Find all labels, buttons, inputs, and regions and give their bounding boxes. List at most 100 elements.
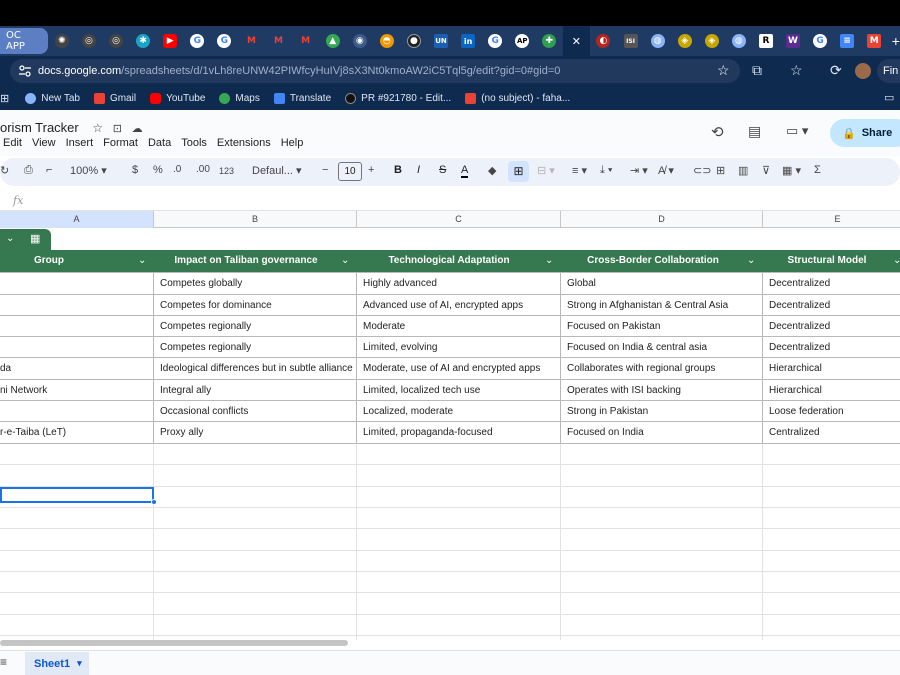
text-wrap-icon[interactable]: ⇥ ▾ <box>630 164 648 177</box>
browser-tab[interactable]: ✚ <box>536 26 563 56</box>
bookmark-pr[interactable]: PR #921780 - Edit... <box>345 92 451 104</box>
version-history-icon[interactable]: ⟲ <box>711 123 724 141</box>
browser-tab[interactable]: M <box>292 26 319 56</box>
browser-tab[interactable]: UN <box>427 26 454 56</box>
table-cell[interactable] <box>0 295 153 316</box>
browser-tab[interactable]: M <box>861 26 888 56</box>
browser-tab[interactable]: ◍ <box>725 26 752 56</box>
table-icon[interactable]: ▦ <box>30 232 40 245</box>
table-cell[interactable]: Competes for dominance <box>154 295 356 316</box>
browser-tab[interactable]: ISI <box>617 26 644 56</box>
browser-tab[interactable]: G <box>211 26 238 56</box>
horizontal-scrollbar[interactable] <box>0 640 348 646</box>
selected-cell[interactable] <box>0 487 154 503</box>
menu-view[interactable]: View <box>32 137 56 149</box>
comment-icon[interactable]: ⊞ <box>716 164 725 177</box>
font-size-field[interactable]: 10 <box>338 162 362 181</box>
menu-insert[interactable]: Insert <box>66 137 94 149</box>
browser-tab[interactable]: ≡ <box>834 26 861 56</box>
browser-tab[interactable]: ▶ <box>157 26 184 56</box>
table-cell[interactable]: Focused on Pakistan <box>561 316 762 337</box>
bookmark-star-icon[interactable]: ☆ <box>790 62 803 79</box>
browser-tab[interactable]: ▲ <box>319 26 346 56</box>
browser-tab[interactable]: ◐ <box>590 26 617 56</box>
table-cell[interactable]: Loose federation <box>763 401 900 422</box>
column-header-e[interactable]: E <box>763 211 900 228</box>
fill-color-icon[interactable]: ◆ <box>488 164 496 177</box>
table-cell[interactable]: Focused on India & central asia <box>561 337 762 358</box>
table-cell[interactable]: Global <box>561 273 762 294</box>
table-cell[interactable]: Centralized <box>763 422 900 443</box>
table-cell[interactable]: Decentralized <box>763 295 900 316</box>
table-cell[interactable]: Decentralized <box>763 337 900 358</box>
extensions-icon[interactable]: ⧉ <box>752 62 762 79</box>
borders-button[interactable]: ⊞ <box>508 161 529 182</box>
browser-tab[interactable]: ✺ <box>48 26 75 56</box>
chevron-down-icon[interactable]: ⌄ <box>747 250 755 272</box>
table-cell[interactable]: Highly advanced <box>357 273 560 294</box>
text-color-button[interactable]: A <box>461 164 469 178</box>
formula-bar[interactable]: fx <box>0 191 900 211</box>
url-field[interactable]: docs.google.com/spreadsheets/d/1vLh8reUN… <box>10 59 740 83</box>
fill-handle[interactable] <box>151 499 157 505</box>
browser-tab[interactable]: M <box>265 26 292 56</box>
functions-button[interactable]: Σ <box>814 164 821 176</box>
browser-tab[interactable]: ● <box>400 26 427 56</box>
active-browser-tab[interactable]: ✕ <box>562 26 590 56</box>
table-view-icon[interactable]: ▦ ▾ <box>782 164 801 177</box>
table-cell[interactable]: ni Network <box>0 380 153 401</box>
browser-tab[interactable]: R <box>752 26 779 56</box>
table-cell[interactable]: Strong in Pakistan <box>561 401 762 422</box>
close-icon[interactable]: ✕ <box>572 35 581 48</box>
document-title[interactable]: orism Tracker <box>0 120 79 135</box>
site-info-icon[interactable] <box>18 64 32 78</box>
chevron-down-icon[interactable]: ⌄ <box>6 233 14 244</box>
strikethrough-button[interactable]: S <box>439 164 446 176</box>
align-horizontal-icon[interactable]: ≡ ▾ <box>572 164 587 177</box>
menu-help[interactable]: Help <box>281 137 304 149</box>
font-size-increase[interactable]: + <box>368 164 374 176</box>
filter-icon[interactable]: ⊽ <box>762 164 770 177</box>
sheet-tab[interactable]: Sheet1 ▾ <box>25 652 89 675</box>
table-chip[interactable]: ⌄ ▦ <box>0 229 51 250</box>
table-cell[interactable]: Advanced use of AI, encrypted apps <box>357 295 560 316</box>
bookmark-new-tab[interactable]: New Tab <box>25 92 80 104</box>
browser-tab[interactable]: M <box>238 26 265 56</box>
chevron-down-icon[interactable]: ▾ <box>77 658 82 669</box>
redo-icon[interactable]: ↻ <box>0 164 9 177</box>
browser-tab[interactable]: in <box>455 26 482 56</box>
table-cell[interactable] <box>0 401 153 422</box>
bookmark-maps[interactable]: Maps <box>219 92 260 104</box>
font-size-decrease[interactable]: − <box>322 164 328 176</box>
column-header-c[interactable]: C <box>357 211 561 228</box>
table-cell[interactable]: Competes globally <box>154 273 356 294</box>
menu-data[interactable]: Data <box>148 137 171 149</box>
browser-tab[interactable]: ◈ <box>698 26 725 56</box>
sync-icon[interactable]: ⟳ <box>830 62 842 79</box>
chevron-down-icon[interactable]: ⌄ <box>893 250 900 272</box>
comments-icon[interactable]: ▤ <box>748 123 761 140</box>
decrease-decimal-button[interactable]: .0 <box>173 164 181 175</box>
increase-decimal-button[interactable]: .00 <box>196 164 210 175</box>
new-tab-button[interactable]: + <box>892 33 900 49</box>
bookmark-gmail[interactable]: Gmail <box>93 92 136 104</box>
table-cell[interactable]: Integral ally <box>154 380 356 401</box>
folder-icon[interactable]: ▭ <box>884 91 894 104</box>
table-cell[interactable]: Decentralized <box>763 273 900 294</box>
browser-tab[interactable]: G <box>184 26 211 56</box>
column-header-b[interactable]: B <box>154 211 357 228</box>
menu-extensions[interactable]: Extensions <box>217 137 271 149</box>
chevron-down-icon[interactable]: ⌄ <box>138 250 146 272</box>
avatar[interactable] <box>855 63 871 79</box>
browser-tab[interactable]: ◈ <box>671 26 698 56</box>
table-cell[interactable]: Competes regionally <box>154 337 356 358</box>
cloud-status-icon[interactable]: ☁ <box>132 123 143 135</box>
browser-tab[interactable]: ✱ <box>130 26 157 56</box>
menu-edit[interactable]: Edit <box>3 137 22 149</box>
table-cell[interactable]: Moderate, use of AI and encrypted apps <box>357 358 560 379</box>
table-cell[interactable]: Hierarchical <box>763 358 900 379</box>
table-cell[interactable]: Operates with ISI backing <box>561 380 762 401</box>
bookmark-youtube[interactable]: YouTube <box>150 92 205 104</box>
table-cell[interactable]: Strong in Afghanistan & Central Asia <box>561 295 762 316</box>
move-folder-icon[interactable]: ⊡ <box>113 123 122 135</box>
